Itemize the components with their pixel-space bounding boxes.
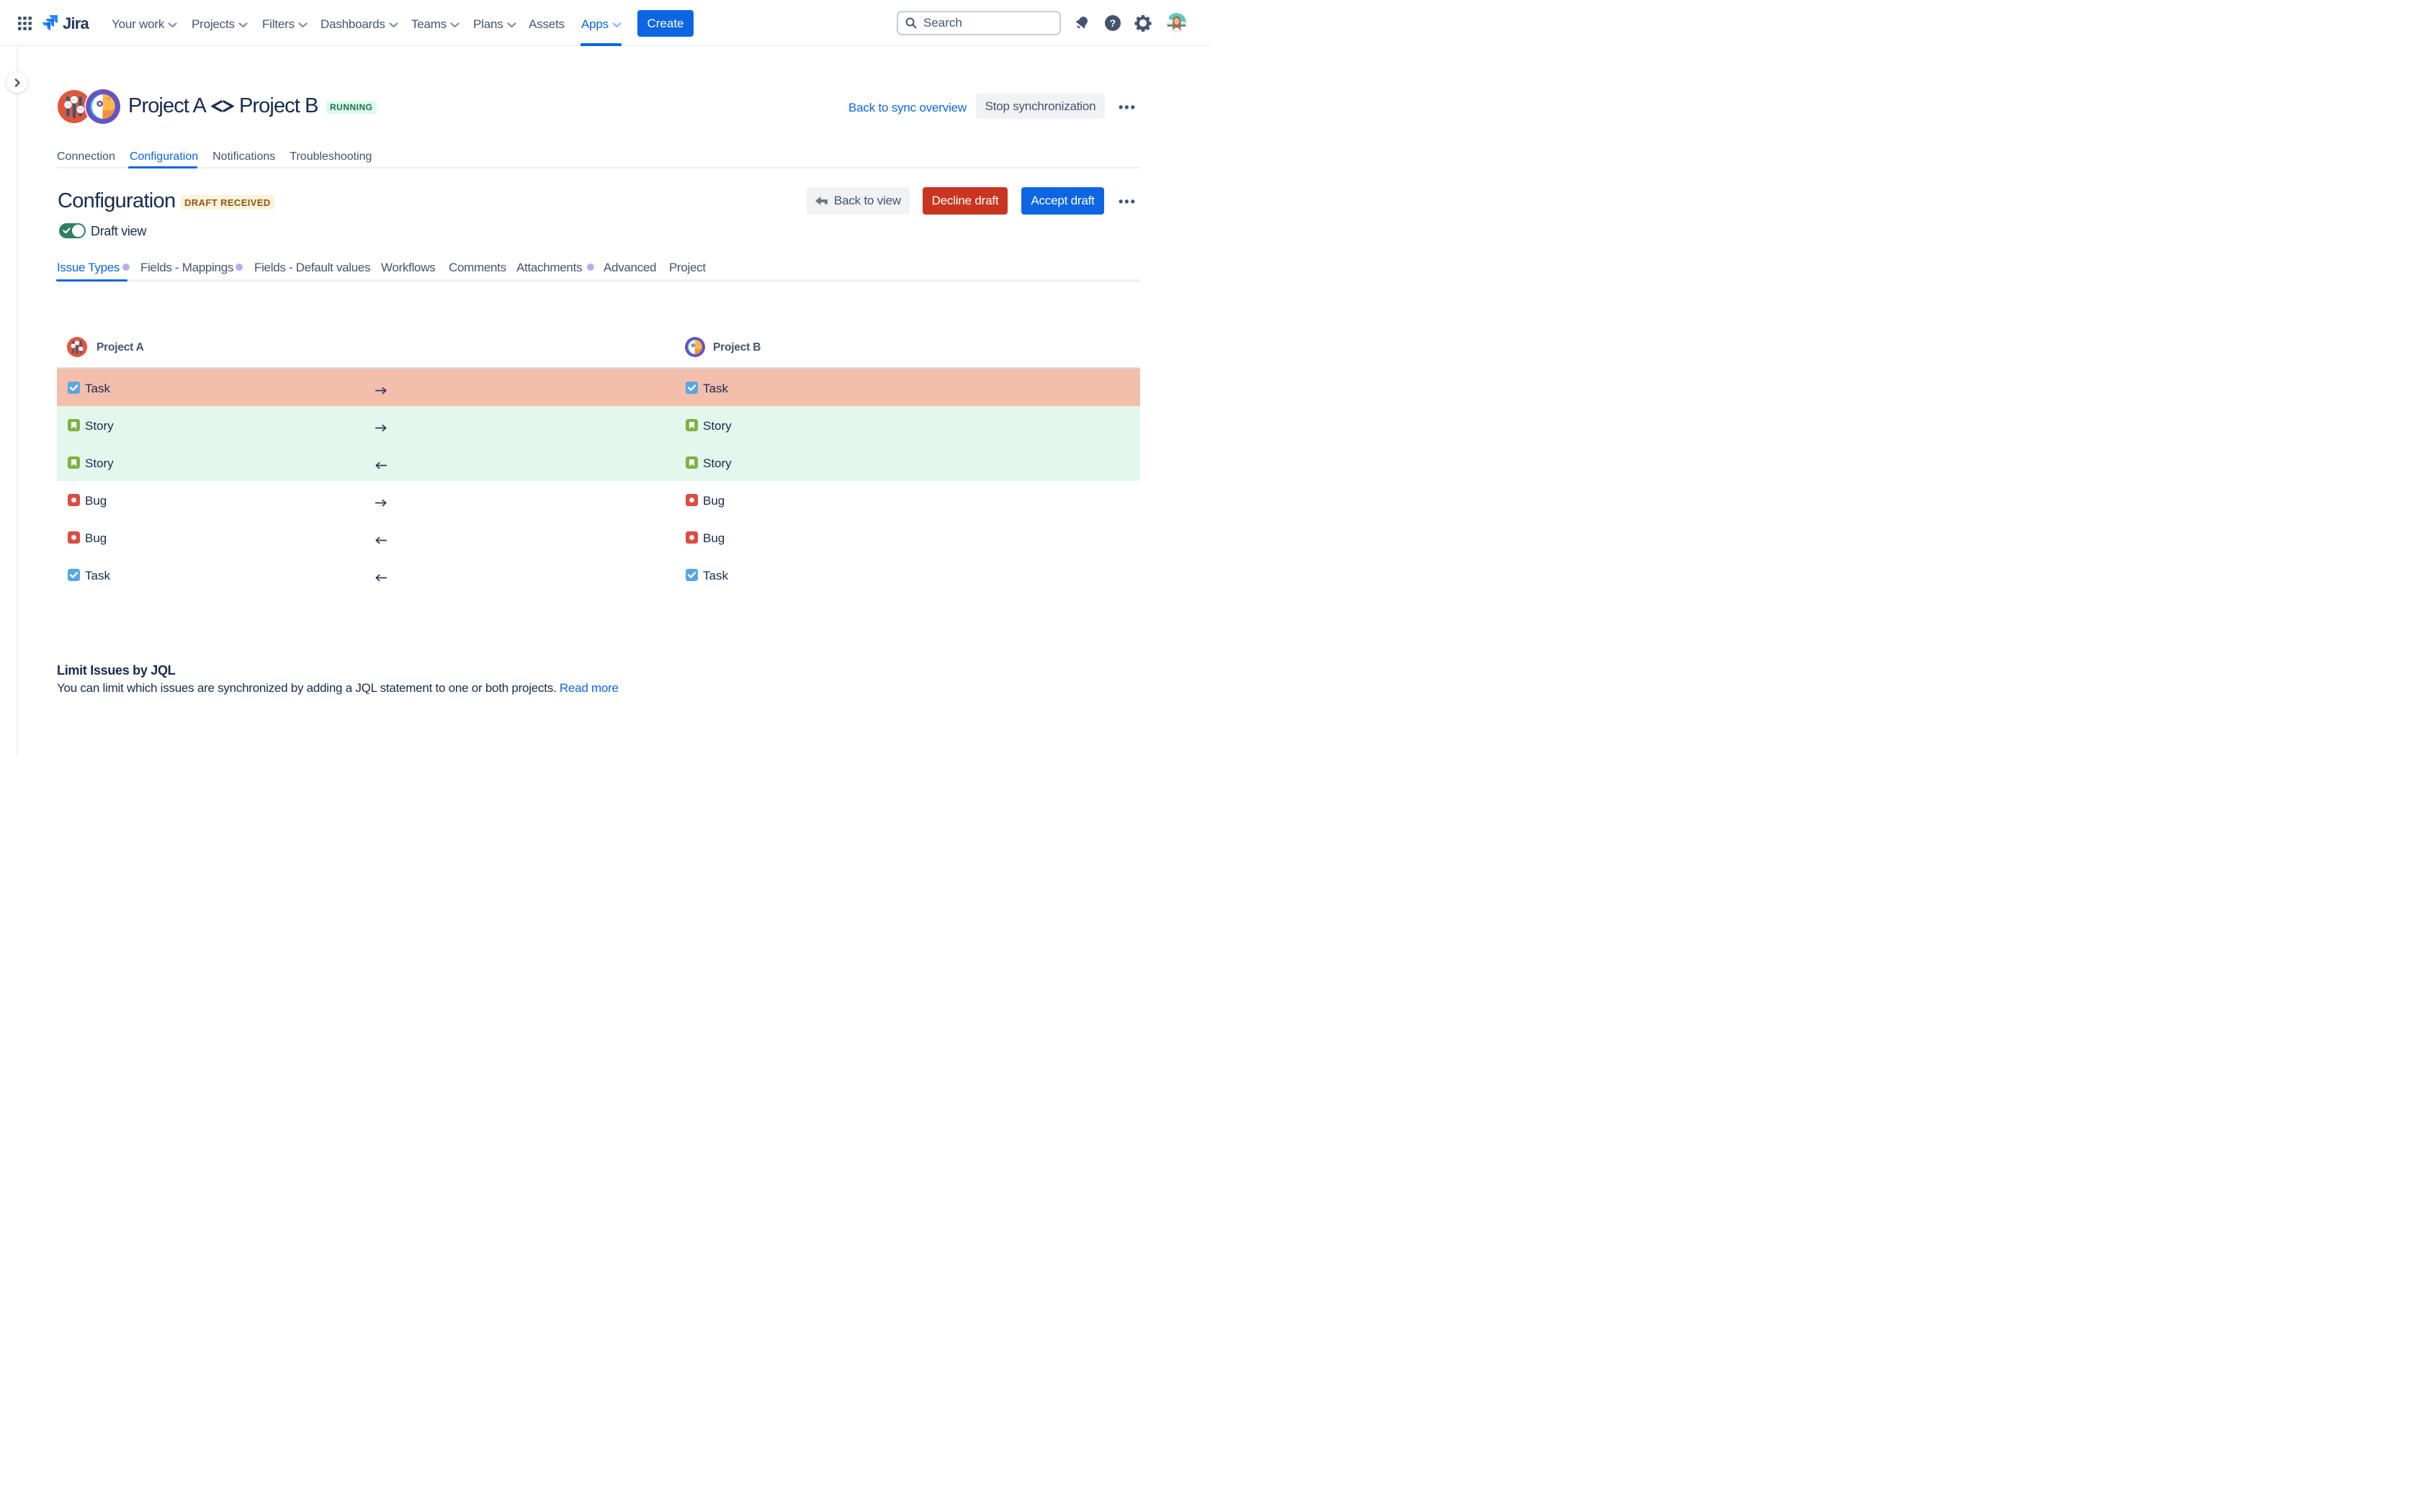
svg-text:?: ? [1110,17,1116,29]
